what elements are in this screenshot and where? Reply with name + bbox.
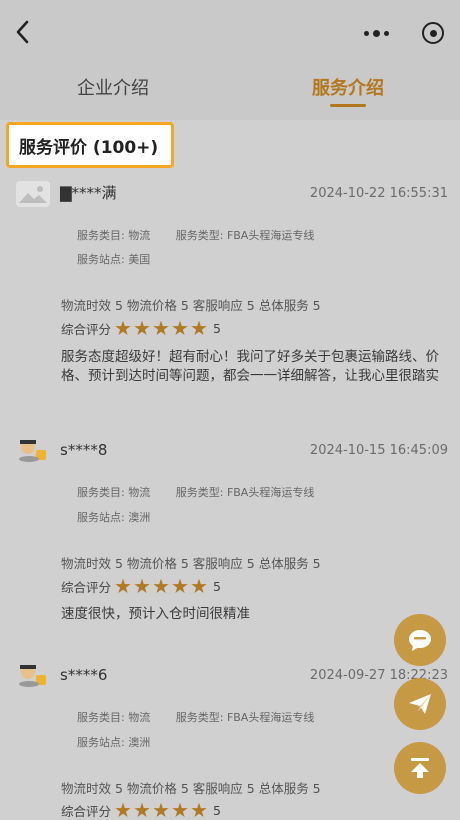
overall-score: 5 xyxy=(213,321,221,336)
star-rating xyxy=(115,802,207,819)
overall-rating: 综合评分 5 xyxy=(61,319,221,338)
review-meta-line: 服务类目: 物流 服务类型: FBA头程海运专线 xyxy=(77,484,314,500)
category-value: 物流 xyxy=(128,711,151,724)
category-value: 物流 xyxy=(128,486,151,499)
review-score-breakdown: 物流时效 5 物流价格 5 客服响应 5 总体服务 5 xyxy=(61,298,321,313)
review-site-line: 服务站点: 澳洲 xyxy=(77,509,150,525)
chat-button[interactable] xyxy=(394,614,446,666)
overall-label: 综合评分 xyxy=(61,804,112,819)
star-icon xyxy=(115,578,131,594)
tab-company-intro[interactable]: 企业介绍 xyxy=(77,74,149,100)
avatar-icon xyxy=(19,440,46,462)
send-button[interactable] xyxy=(394,678,446,730)
review-meta-line: 服务类目: 物流 服务类型: FBA头程海运专线 xyxy=(77,227,314,243)
active-tab-indicator xyxy=(330,104,366,107)
review-score-breakdown: 物流时效 5 物流价格 5 客服响应 5 总体服务 5 xyxy=(61,556,321,571)
star-icon xyxy=(172,802,188,818)
more-dots-icon[interactable] xyxy=(364,29,389,37)
section-title-service-reviews: 服务评价 (100+) xyxy=(6,122,174,168)
review-site-line: 服务站点: 美国 xyxy=(77,251,150,267)
star-icon xyxy=(172,320,188,336)
star-icon xyxy=(153,802,169,818)
review-item: s****6 2024-09-27 18:22:23 服务类目: 物流 服务类型… xyxy=(0,658,460,820)
star-icon xyxy=(153,320,169,336)
star-icon xyxy=(134,578,150,594)
review-text: 服务态度超级好！超有耐心！我问了好多关于包裹运输路线、价格、预计到达时间等问题，… xyxy=(61,349,439,384)
site-value: 澳洲 xyxy=(128,736,151,749)
star-icon xyxy=(134,802,150,818)
review-meta-line: 服务类目: 物流 服务类型: FBA头程海运专线 xyxy=(77,709,314,725)
overall-label: 综合评分 xyxy=(61,580,112,595)
review-date: 2024-10-15 16:45:09 xyxy=(309,443,448,458)
type-value: FBA头程海运专线 xyxy=(226,711,315,724)
overall-label: 综合评分 xyxy=(61,322,112,337)
chat-bubble-icon xyxy=(409,630,431,651)
overall-rating: 综合评分 5 xyxy=(61,577,221,596)
review-item: ▇****满 2024-10-22 16:55:31 服务类目: 物流 服务类型… xyxy=(0,178,460,408)
back-to-top-button[interactable] xyxy=(394,742,446,794)
category-value: 物流 xyxy=(128,229,151,242)
site-value: 澳洲 xyxy=(128,511,151,524)
type-label: 服务类型: xyxy=(175,486,224,499)
star-icon xyxy=(115,802,131,818)
tab-bar: 企业介绍 服务介绍 xyxy=(0,64,460,120)
review-username: ▇****满 xyxy=(60,184,117,202)
star-icon xyxy=(134,320,150,336)
star-rating xyxy=(115,320,207,337)
overall-rating: 综合评分 5 xyxy=(61,801,221,820)
review-site-line: 服务站点: 澳洲 xyxy=(77,734,150,750)
type-label: 服务类型: xyxy=(175,711,224,724)
review-username: s****8 xyxy=(60,441,108,459)
chevron-left-icon[interactable] xyxy=(12,18,34,46)
star-icon xyxy=(153,578,169,594)
type-value: FBA头程海运专线 xyxy=(226,486,315,499)
target-icon[interactable] xyxy=(422,22,444,44)
overall-score: 5 xyxy=(213,803,221,818)
top-nav-bar xyxy=(0,0,460,64)
site-label: 服务站点: xyxy=(77,253,125,266)
star-icon xyxy=(191,320,207,336)
site-value: 美国 xyxy=(128,253,151,266)
category-label: 服务类目: xyxy=(77,229,125,242)
avatar-placeholder-icon xyxy=(16,181,50,207)
category-label: 服务类目: xyxy=(77,486,125,499)
avatar-icon xyxy=(19,665,46,687)
tab-service-intro[interactable]: 服务介绍 xyxy=(312,74,384,100)
review-username: s****6 xyxy=(60,666,108,684)
star-icon xyxy=(172,578,188,594)
site-label: 服务站点: xyxy=(77,736,125,749)
star-icon xyxy=(191,578,207,594)
category-label: 服务类目: xyxy=(77,711,125,724)
paper-plane-icon xyxy=(409,694,431,714)
review-score-breakdown: 物流时效 5 物流价格 5 客服响应 5 总体服务 5 xyxy=(61,781,321,796)
back-to-top-icon xyxy=(411,758,429,778)
type-value: FBA头程海运专线 xyxy=(226,229,315,242)
star-icon xyxy=(115,320,131,336)
star-icon xyxy=(191,802,207,818)
star-rating xyxy=(115,578,207,595)
review-text: 速度很快，预计入仓时间很精准 xyxy=(61,606,250,622)
miniapp-capsule xyxy=(346,18,446,48)
overall-score: 5 xyxy=(213,579,221,594)
review-date: 2024-10-22 16:55:31 xyxy=(309,186,448,201)
type-label: 服务类型: xyxy=(175,229,224,242)
site-label: 服务站点: xyxy=(77,511,125,524)
review-item: s****8 2024-10-15 16:45:09 服务类目: 物流 服务类型… xyxy=(0,433,460,633)
